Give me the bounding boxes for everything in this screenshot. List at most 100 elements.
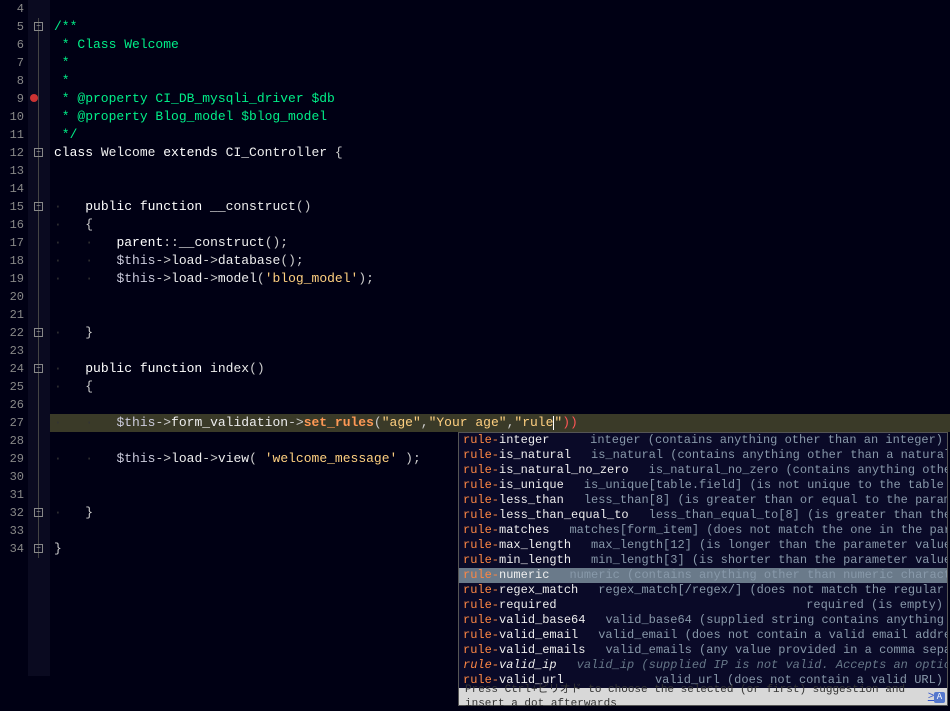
fold-cell[interactable]: − — [28, 144, 50, 162]
fold-toggle-icon[interactable]: − — [34, 544, 43, 553]
autocomplete-item[interactable]: rule-is_naturalis_natural (contains anyt… — [459, 448, 947, 463]
line-number: 34 — [0, 540, 24, 558]
autocomplete-item-desc: regex_match[/regex/] (does not match the… — [578, 583, 947, 598]
fold-toggle-icon[interactable]: − — [34, 22, 43, 31]
code-line[interactable] — [50, 0, 950, 18]
fold-toggle-icon[interactable]: − — [34, 148, 43, 157]
line-number: 10 — [0, 108, 24, 126]
code-editor[interactable]: 4567891011121314151617181920212223242526… — [0, 0, 950, 676]
fold-cell[interactable] — [28, 450, 50, 468]
autocomplete-item[interactable]: rule-matchesmatches[form_item] (does not… — [459, 523, 947, 538]
autocomplete-item[interactable]: rule-numericnumeric (contains anything o… — [459, 568, 947, 583]
fold-cell[interactable]: − — [28, 540, 50, 558]
code-line[interactable] — [50, 306, 950, 324]
code-line[interactable]: · · parent::__construct(); — [50, 234, 950, 252]
fold-cell[interactable]: − — [28, 198, 50, 216]
line-number: 18 — [0, 252, 24, 270]
line-number: 26 — [0, 396, 24, 414]
fold-cell[interactable] — [28, 54, 50, 72]
fold-cell[interactable] — [28, 468, 50, 486]
line-number: 7 — [0, 54, 24, 72]
code-line[interactable]: * — [50, 54, 950, 72]
fold-cell[interactable] — [28, 432, 50, 450]
fold-toggle-icon[interactable]: − — [34, 508, 43, 517]
autocomplete-item-desc: valid_ip (supplied IP is not valid. Acce… — [557, 658, 947, 673]
code-line[interactable]: · · $this->load->database(); — [50, 252, 950, 270]
fold-toggle-icon[interactable]: − — [34, 202, 43, 211]
fold-cell[interactable] — [28, 216, 50, 234]
fold-cell[interactable] — [28, 108, 50, 126]
fold-cell[interactable]: − — [28, 18, 50, 36]
fold-cell[interactable] — [28, 306, 50, 324]
fold-cell[interactable] — [28, 180, 50, 198]
fold-cell[interactable] — [28, 252, 50, 270]
fold-cell[interactable] — [28, 126, 50, 144]
autocomplete-item[interactable]: rule-valid_ipvalid_ip (supplied IP is no… — [459, 658, 947, 673]
autocomplete-popup[interactable]: rule-integerinteger (contains anything o… — [458, 432, 948, 706]
fold-cell[interactable]: − — [28, 360, 50, 378]
autocomplete-item[interactable]: rule-integerinteger (contains anything o… — [459, 433, 947, 448]
fold-cell[interactable] — [28, 342, 50, 360]
code-line[interactable] — [50, 396, 950, 414]
code-line[interactable]: · } — [50, 324, 950, 342]
fold-cell[interactable] — [28, 270, 50, 288]
fold-cell[interactable] — [28, 72, 50, 90]
fold-cell[interactable] — [28, 486, 50, 504]
autocomplete-item[interactable]: rule-regex_matchregex_match[/regex/] (do… — [459, 583, 947, 598]
autocomplete-item-desc: min_length[3] (is shorter than the param… — [571, 553, 947, 568]
autocomplete-item-name: rule-is_natural_no_zero — [463, 463, 629, 478]
autocomplete-item[interactable]: rule-valid_emailsvalid_emails (any value… — [459, 643, 947, 658]
code-line[interactable]: /** — [50, 18, 950, 36]
fold-toggle-icon[interactable]: − — [34, 328, 43, 337]
fold-cell[interactable]: − — [28, 324, 50, 342]
autocomplete-item-name: rule-numeric — [463, 568, 549, 583]
breakpoint-icon[interactable] — [30, 94, 38, 102]
code-line[interactable]: * @property Blog_model $blog_model — [50, 108, 950, 126]
autocomplete-item[interactable]: rule-max_lengthmax_length[12] (is longer… — [459, 538, 947, 553]
autocomplete-item[interactable]: rule-valid_emailvalid_email (does not co… — [459, 628, 947, 643]
fold-cell[interactable]: − — [28, 504, 50, 522]
code-line[interactable]: */ — [50, 126, 950, 144]
code-line[interactable] — [50, 342, 950, 360]
autocomplete-item-desc: valid_email (does not contain a valid em… — [578, 628, 947, 643]
code-line[interactable]: * @property CI_DB_mysqli_driver $db — [50, 90, 950, 108]
autocomplete-item[interactable]: rule-min_lengthmin_length[3] (is shorter… — [459, 553, 947, 568]
autocomplete-item-desc: valid_base64 (supplied string contains a… — [585, 613, 947, 628]
code-line[interactable]: · { — [50, 378, 950, 396]
code-line[interactable] — [50, 162, 950, 180]
fold-cell[interactable] — [28, 0, 50, 18]
code-line[interactable]: · { — [50, 216, 950, 234]
fold-cell[interactable] — [28, 414, 50, 432]
autocomplete-item[interactable]: rule-requiredrequired (is empty) — [459, 598, 947, 613]
fold-cell[interactable] — [28, 90, 50, 108]
code-line[interactable]: * — [50, 72, 950, 90]
line-number: 6 — [0, 36, 24, 54]
code-line[interactable] — [50, 180, 950, 198]
autocomplete-item[interactable]: rule-less_thanless_than[8] (is greater t… — [459, 493, 947, 508]
code-line[interactable]: · public function __construct() — [50, 198, 950, 216]
autocomplete-item[interactable]: rule-is_uniqueis_unique[table.field] (is… — [459, 478, 947, 493]
code-line[interactable]: * Class Welcome — [50, 36, 950, 54]
fold-cell[interactable] — [28, 396, 50, 414]
fold-cell[interactable] — [28, 162, 50, 180]
code-line[interactable]: class Welcome extends CI_Controller { — [50, 144, 950, 162]
fold-toggle-icon[interactable]: − — [34, 364, 43, 373]
fold-column[interactable]: − − − − − − − — [28, 0, 50, 676]
autocomplete-item-name: rule-valid_ip — [463, 658, 557, 673]
fold-cell[interactable] — [28, 288, 50, 306]
line-number-gutter: 4567891011121314151617181920212223242526… — [0, 0, 28, 676]
code-line[interactable]: · public function index() — [50, 360, 950, 378]
autocomplete-item[interactable]: rule-valid_base64valid_base64 (supplied … — [459, 613, 947, 628]
autocomplete-item-desc: is_unique[table.field] (is not unique to… — [564, 478, 947, 493]
line-number: 24 — [0, 360, 24, 378]
code-area[interactable]: /** * Class Welcome * * * @property CI_D… — [50, 0, 950, 676]
code-line[interactable]: · · $this->form_validation->set_rules("a… — [50, 414, 950, 432]
code-line[interactable]: · · $this->load->model('blog_model'); — [50, 270, 950, 288]
fold-cell[interactable] — [28, 522, 50, 540]
fold-cell[interactable] — [28, 378, 50, 396]
fold-cell[interactable] — [28, 234, 50, 252]
fold-cell[interactable] — [28, 36, 50, 54]
autocomplete-item[interactable]: rule-less_than_equal_toless_than_equal_t… — [459, 508, 947, 523]
autocomplete-item[interactable]: rule-is_natural_no_zerois_natural_no_zer… — [459, 463, 947, 478]
code-line[interactable] — [50, 288, 950, 306]
